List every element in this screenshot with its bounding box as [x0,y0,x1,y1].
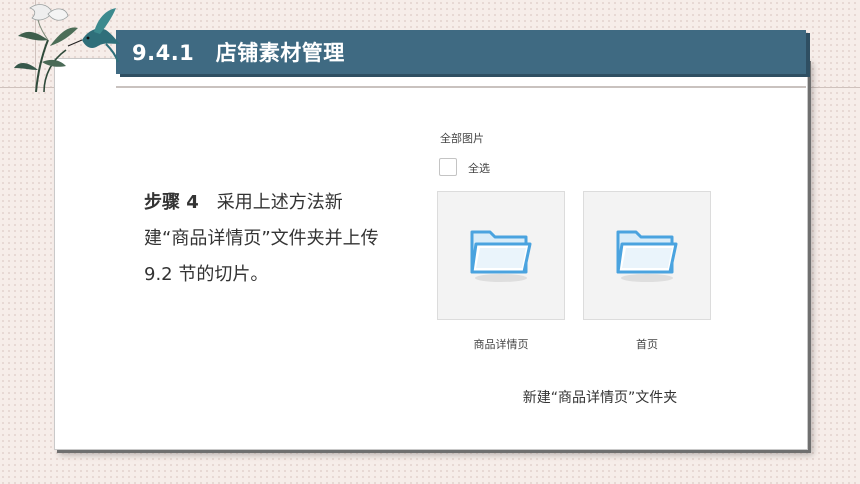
folder-card-home[interactable] [583,191,711,320]
page-title: 9.4.1 店铺素材管理 [132,41,345,65]
step-label: 步骤 4 [144,192,199,213]
title-underline [116,86,806,88]
figure-caption: 新建“商品详情页”文件夹 [522,390,678,406]
select-all-checkbox[interactable] [439,158,457,176]
title-bar: 9.4.1 店铺素材管理 [116,30,806,74]
folder-label-product-detail: 商品详情页 [473,338,529,351]
folder-icon [470,230,532,282]
folder-card-product-detail[interactable] [437,191,565,320]
step-instructions: 步骤 4 采用上述方法新建“商品详情页”文件夹并上传 9.2 节的切片。 [144,185,382,293]
select-all-label: 全选 [468,162,490,175]
folder-icon [616,230,678,282]
all-images-heading: 全部图片 [440,132,484,145]
folder-label-home: 首页 [636,338,658,351]
hummingbird-lily-illustration-icon [14,4,120,92]
